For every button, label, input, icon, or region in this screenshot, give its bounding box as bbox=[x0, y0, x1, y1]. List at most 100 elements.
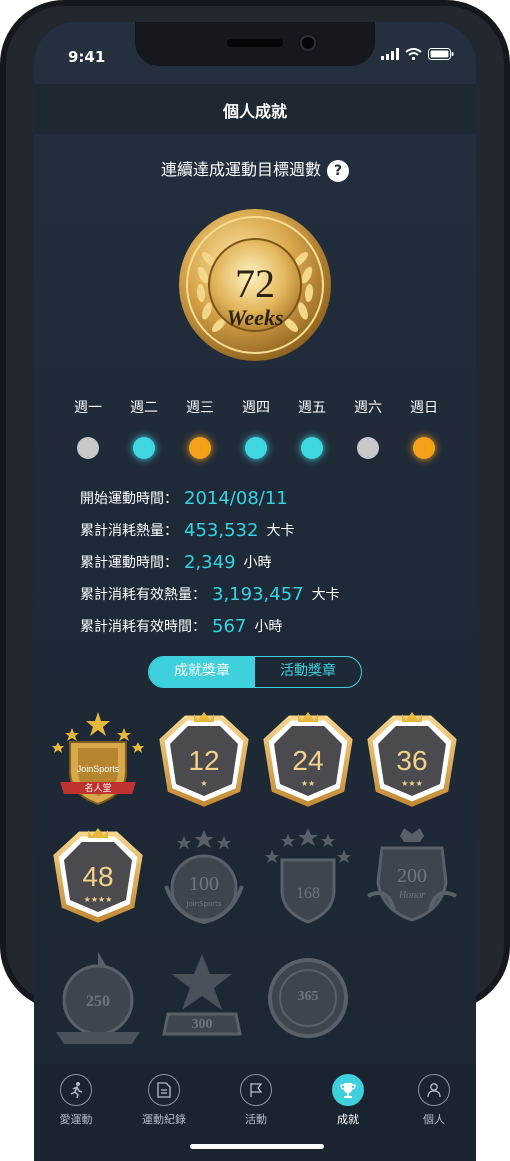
status-icons bbox=[381, 48, 454, 60]
document-icon bbox=[148, 1074, 180, 1106]
stat-label: 開始運動時間： bbox=[80, 491, 178, 507]
week-day-label: 週日 bbox=[410, 400, 438, 416]
week-day: 週四 bbox=[234, 397, 278, 459]
user-icon bbox=[418, 1074, 450, 1106]
badge-number: 36 bbox=[396, 745, 427, 776]
week-day-label: 週三 bbox=[186, 400, 214, 416]
nav-bar: 個人成就 bbox=[34, 84, 476, 134]
week-day-status-dot bbox=[357, 437, 379, 459]
week-day: 週六 bbox=[346, 397, 390, 459]
badge-stars: ★★★ bbox=[401, 779, 423, 788]
badge-number: 12 bbox=[188, 745, 219, 776]
badge-segment-control: 成就獎章 活動獎章 bbox=[148, 656, 362, 688]
locked-250-number: 250 bbox=[86, 993, 110, 1010]
week-day-status-dot bbox=[245, 437, 267, 459]
locked-100-sub: JoinSports bbox=[185, 900, 222, 908]
badge-locked-300[interactable]: 300 bbox=[154, 948, 250, 1048]
week-day-status-dot bbox=[189, 437, 211, 459]
badge-stars: ★★ bbox=[301, 779, 315, 788]
weeks-number: 72 bbox=[235, 261, 275, 306]
week-day-status-dot bbox=[413, 437, 435, 459]
week-day: 週二 bbox=[122, 397, 166, 459]
badge-locked-168[interactable]: 168 bbox=[260, 826, 356, 926]
signal-icon bbox=[381, 48, 399, 60]
badge-stars: ★ bbox=[200, 779, 207, 788]
stat-label: 累計消耗熱量： bbox=[80, 523, 178, 539]
week-day-label: 週二 bbox=[130, 400, 158, 416]
locked-168-number: 168 bbox=[296, 885, 320, 902]
trophy-icon bbox=[332, 1074, 364, 1106]
wifi-icon bbox=[405, 48, 422, 60]
week-day: 週三 bbox=[178, 397, 222, 459]
weeks-medal: 72 Weeks bbox=[179, 209, 331, 361]
stat-row: 累計消耗有效時間： 567 小時 bbox=[80, 610, 340, 642]
home-indicator bbox=[190, 1144, 324, 1149]
badge-locked-365[interactable]: 365 bbox=[260, 948, 356, 1048]
stat-label: 累計消耗有效熱量： bbox=[80, 587, 206, 603]
badge-week-36[interactable]: 36 ★★★ bbox=[364, 710, 460, 810]
goal-label-row: 連續達成運動目標週數? bbox=[34, 156, 476, 182]
weeks-unit: Weeks bbox=[226, 305, 283, 330]
tab-label-achievements: 成就 bbox=[337, 1113, 359, 1126]
week-days: 週一 週二 週三 週四 週五 週六 週日 bbox=[66, 397, 446, 459]
week-day-label: 週一 bbox=[74, 400, 102, 416]
week-day: 週一 bbox=[66, 397, 110, 459]
stat-unit: 大卡 bbox=[311, 587, 340, 603]
stat-row: 累計消耗熱量： 453,532 大卡 bbox=[80, 514, 340, 546]
week-day-status-dot bbox=[133, 437, 155, 459]
badge-number: 48 bbox=[82, 861, 113, 892]
tab-label-personal: 個人 bbox=[423, 1113, 445, 1126]
badge-locked-100[interactable]: 100 JoinSports bbox=[156, 826, 252, 926]
tab-personal[interactable]: 個人 bbox=[394, 1074, 474, 1127]
badge-famous[interactable]: JoinSports 名人堂 bbox=[50, 710, 146, 810]
stat-row: 累計運動時間： 2,349 小時 bbox=[80, 546, 340, 578]
week-day: 週五 bbox=[290, 397, 334, 459]
battery-icon bbox=[428, 48, 454, 60]
famous-ribbon: 名人堂 bbox=[84, 782, 111, 794]
notch bbox=[135, 22, 375, 66]
famous-brand: JoinSports bbox=[77, 764, 120, 774]
badge-week-12[interactable]: 12 ★ bbox=[156, 710, 252, 810]
badge-number: 24 bbox=[292, 745, 323, 776]
badge-week-48[interactable]: 48 ★★★★ bbox=[50, 826, 146, 926]
week-day-label: 週六 bbox=[354, 400, 382, 416]
tab-label-sport-records: 運動紀錄 bbox=[142, 1113, 186, 1126]
tab-label-activities: 活動 bbox=[245, 1113, 267, 1126]
week-day-label: 週五 bbox=[298, 400, 326, 416]
tab-achievements[interactable]: 成就 bbox=[308, 1074, 388, 1127]
week-day-label: 週四 bbox=[242, 400, 270, 416]
stat-value: 453,532 bbox=[184, 519, 259, 541]
tab-label-love-sport: 愛運動 bbox=[59, 1113, 93, 1126]
goal-label: 連續達成運動目標週數 bbox=[160, 160, 321, 179]
flag-icon bbox=[240, 1074, 272, 1106]
tab-activity-badges[interactable]: 活動獎章 bbox=[255, 657, 361, 687]
locked-200-number: 200 bbox=[397, 865, 427, 887]
tab-activities[interactable]: 活動 bbox=[216, 1074, 296, 1127]
stat-unit: 小時 bbox=[254, 619, 283, 635]
stat-unit: 小時 bbox=[243, 555, 272, 571]
tab-sport-records[interactable]: 運動紀錄 bbox=[124, 1074, 204, 1127]
stat-label: 累計消耗有效時間： bbox=[80, 619, 206, 635]
stat-row: 累計消耗有效熱量： 3,193,457 大卡 bbox=[80, 578, 340, 610]
tab-love-sport[interactable]: 愛運動 bbox=[36, 1074, 116, 1127]
badge-week-24[interactable]: 24 ★★ bbox=[260, 710, 356, 810]
stats-list: 開始運動時間： 2014/08/11 累計消耗熱量： 453,532 大卡 累計運動時間：… bbox=[80, 482, 340, 642]
tab-achievement-badges[interactable]: 成就獎章 bbox=[149, 657, 255, 687]
stat-unit: 大卡 bbox=[266, 523, 295, 539]
badge-locked-200[interactable]: 200 Honor bbox=[364, 826, 460, 926]
help-icon[interactable]: ? bbox=[327, 159, 349, 182]
stat-value: 2,349 bbox=[184, 551, 236, 573]
locked-100-number: 100 bbox=[189, 873, 219, 895]
locked-365-number: 365 bbox=[298, 989, 319, 1004]
status-time: 9:41 bbox=[68, 48, 106, 66]
app-screen: 9:41 個人成就 連續達成運動目標週數? 72 Weeks 週一 週二 週三 … bbox=[34, 22, 476, 1161]
week-day: 週日 bbox=[402, 397, 446, 459]
locked-300-number: 300 bbox=[192, 1017, 213, 1032]
page-title: 個人成就 bbox=[222, 102, 287, 121]
badge-locked-250[interactable]: 250 bbox=[50, 948, 146, 1048]
week-day-status-dot bbox=[301, 437, 323, 459]
stat-value: 567 bbox=[212, 615, 247, 637]
stat-label: 累計運動時間： bbox=[80, 555, 178, 571]
badge-stars: ★★★★ bbox=[84, 895, 113, 904]
stat-value: 2014/08/11 bbox=[184, 487, 288, 509]
